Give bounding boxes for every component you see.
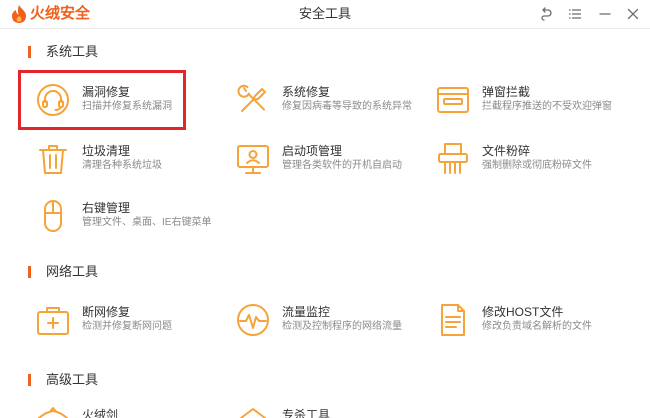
file-shredder-icon xyxy=(438,143,468,174)
minimize-icon xyxy=(599,13,611,15)
menu-icon xyxy=(568,9,582,19)
tool-description: 检测及控制程序的网络流量 xyxy=(282,321,402,332)
tool-edit-host-file[interactable]: 修改HOST文件 修改负责域名解析的文件 xyxy=(436,302,636,338)
tool-name: 右键管理 xyxy=(82,201,131,215)
tool-name: 垃圾清理 xyxy=(82,144,131,158)
virus-killer-icon xyxy=(240,408,266,418)
section-title-network-tools: 网络工具 xyxy=(46,264,99,279)
tool-description: 扫描并修复系统漏洞 xyxy=(82,101,172,112)
section-accent-bar xyxy=(28,266,31,278)
trash-can-icon xyxy=(39,145,67,174)
huorong-sword-icon xyxy=(38,407,68,418)
tool-name: 漏洞修复 xyxy=(82,85,131,99)
tool-name: 修改HOST文件 xyxy=(482,305,564,319)
tool-context-menu-manager[interactable]: 右键管理 管理文件、桌面、IE右键菜单 xyxy=(36,198,231,234)
traffic-pulse-icon xyxy=(237,304,269,336)
menu-button[interactable] xyxy=(568,7,582,21)
monitor-startup-icon xyxy=(237,145,269,174)
back-button[interactable] xyxy=(539,7,553,21)
tool-traffic-monitor[interactable]: 流量监控 检测及控制程序的网络流量 xyxy=(236,302,431,338)
close-icon xyxy=(627,8,639,20)
section-title-advanced-tools: 高级工具 xyxy=(46,372,99,387)
tool-virus-killer[interactable]: 专杀工具 xyxy=(236,405,431,418)
huorong-flame-logo-icon xyxy=(12,5,26,23)
window-title: 安全工具 xyxy=(298,6,351,21)
tool-name: 系统修复 xyxy=(282,85,331,99)
tool-name: 流量监控 xyxy=(282,305,331,319)
back-icon xyxy=(541,7,552,21)
tool-description: 拦截程序推送的不受欢迎弹窗 xyxy=(482,101,612,112)
tool-file-shredder[interactable]: 文件粉碎 强制删除或彻底粉碎文件 xyxy=(436,141,636,177)
tool-name: 断网修复 xyxy=(82,305,131,319)
tool-network-repair[interactable]: 断网修复 检测并修复断网问题 xyxy=(36,302,231,338)
tool-name: 文件粉碎 xyxy=(482,144,531,158)
network-repair-kit-icon xyxy=(37,307,69,335)
section-accent-bar xyxy=(28,374,31,386)
tool-description: 强制删除或彻底粉碎文件 xyxy=(482,160,592,171)
tool-description: 管理各类软件的开机自启动 xyxy=(282,160,402,171)
tool-popup-block[interactable]: 弹窗拦截 拦截程序推送的不受欢迎弹窗 xyxy=(436,82,636,118)
tool-description: 修改负责域名解析的文件 xyxy=(482,321,592,332)
title-bar: 火绒安全 安全工具 xyxy=(0,0,650,29)
host-file-document-icon xyxy=(441,304,465,336)
tool-startup-manager[interactable]: 启动项管理 管理各类软件的开机自启动 xyxy=(236,141,431,177)
section-accent-bar xyxy=(28,46,31,58)
popup-window-icon xyxy=(437,87,469,113)
tool-junk-clean[interactable]: 垃圾清理 清理各种系统垃圾 xyxy=(36,141,231,177)
tool-name: 弹窗拦截 xyxy=(482,85,531,99)
mouse-icon xyxy=(44,200,62,232)
close-button[interactable] xyxy=(626,7,640,21)
wrench-screwdriver-icon xyxy=(237,84,266,112)
brand-name: 火绒安全 xyxy=(30,5,91,22)
tool-description: 清理各种系统垃圾 xyxy=(82,160,162,171)
tool-system-repair[interactable]: 系统修复 修复因病毒等导致的系统异常 xyxy=(236,82,431,118)
tool-name: 火绒剑 xyxy=(82,408,119,418)
tool-vulnerability-fix[interactable]: 漏洞修复 扫描并修复系统漏洞 xyxy=(36,82,231,118)
vulnerability-fix-icon xyxy=(37,84,69,116)
tool-name: 启动项管理 xyxy=(282,144,343,158)
tool-description: 修复因病毒等导致的系统异常 xyxy=(282,101,412,112)
tool-name: 专杀工具 xyxy=(282,408,331,418)
minimize-button[interactable] xyxy=(598,7,612,21)
section-title-system-tools: 系统工具 xyxy=(46,44,99,59)
tool-huorong-sword[interactable]: 火绒剑 xyxy=(36,405,231,418)
tool-description: 检测并修复断网问题 xyxy=(82,321,172,332)
tool-description: 管理文件、桌面、IE右键菜单 xyxy=(82,217,212,228)
